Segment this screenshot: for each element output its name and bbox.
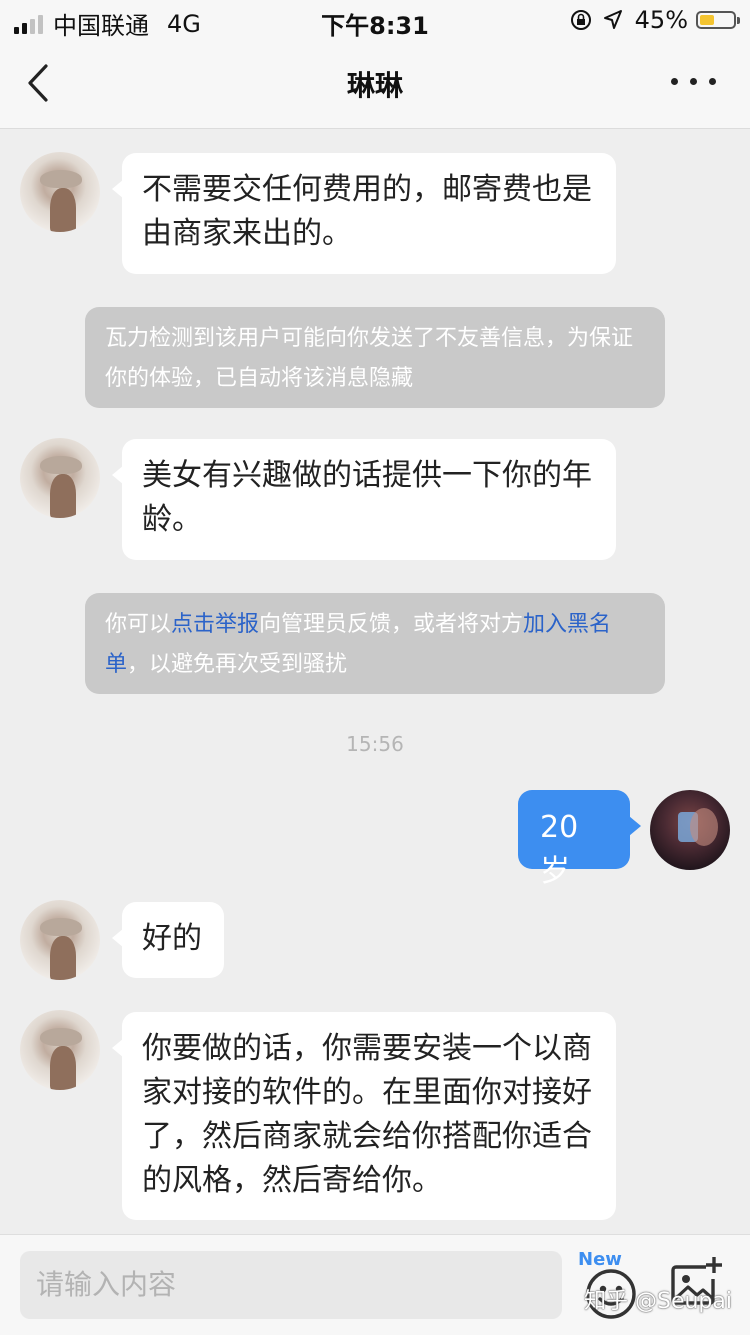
message-text: 好的 xyxy=(142,921,202,956)
status-bar: 中国联通 4G 下午8:31 45% xyxy=(0,0,750,42)
contact-avatar[interactable] xyxy=(20,900,100,980)
watermark: 知乎 @Seupai xyxy=(584,1289,732,1314)
message-input[interactable]: 请输入内容 xyxy=(20,1251,562,1319)
contact-avatar[interactable] xyxy=(20,152,100,232)
message-bubble-received: 美女有兴趣做的话提供一下你的年龄。 xyxy=(112,439,616,560)
system-notice-text: 你可以 xyxy=(105,612,172,637)
message-text: 20岁 xyxy=(540,810,579,889)
report-link[interactable]: 点击举报 xyxy=(171,612,259,637)
nav-bar: 琳琳 xyxy=(0,42,750,129)
system-notice-text: 向管理员反馈，或者将对方 xyxy=(259,612,524,637)
message-text: 你要做的话，你需要安装一个以商家对接的软件的。在里面你对接好了，然后商家就会给你… xyxy=(142,1031,592,1198)
battery-icon xyxy=(696,11,740,29)
message-bubble-received: 你要做的话，你需要安装一个以商家对接的软件的。在里面你对接好了，然后商家就会给你… xyxy=(112,1012,616,1220)
system-notice-text: 瓦力检测到该用户可能向你发送了不友善信息，为保证你的体验，已自动将该消息隐藏 xyxy=(105,326,634,391)
message-text: 不需要交任何费用的，邮寄费也是由商家来出的。 xyxy=(142,172,592,251)
message-bubble-received: 不需要交任何费用的，邮寄费也是由商家来出的。 xyxy=(112,153,616,274)
input-bar: 请输入内容 New 知乎 @Seupai xyxy=(0,1234,750,1335)
more-icon[interactable] xyxy=(671,78,716,85)
contact-avatar[interactable] xyxy=(20,438,100,518)
message-bubble-received: 好的 xyxy=(112,902,224,978)
timestamp: 15:56 xyxy=(346,732,404,756)
system-notice-hidden-message: 瓦力检测到该用户可能向你发送了不友善信息，为保证你的体验，已自动将该消息隐藏 xyxy=(85,307,665,408)
battery-percent: 45% xyxy=(634,6,688,34)
message-bubble-sent: 20岁 xyxy=(518,790,641,889)
chat-title: 琳琳 xyxy=(346,69,403,102)
message-text: 美女有兴趣做的话提供一下你的年龄。 xyxy=(142,458,592,537)
system-notice-report: 你可以点击举报向管理员反馈，或者将对方加入黑名单，以避免再次受到骚扰 xyxy=(85,593,665,694)
rotation-lock-icon xyxy=(570,10,591,30)
user-avatar[interactable] xyxy=(650,790,730,870)
contact-avatar[interactable] xyxy=(20,1010,100,1090)
location-icon xyxy=(603,10,622,29)
system-notice-text: ，以避免再次受到骚扰 xyxy=(127,652,348,677)
